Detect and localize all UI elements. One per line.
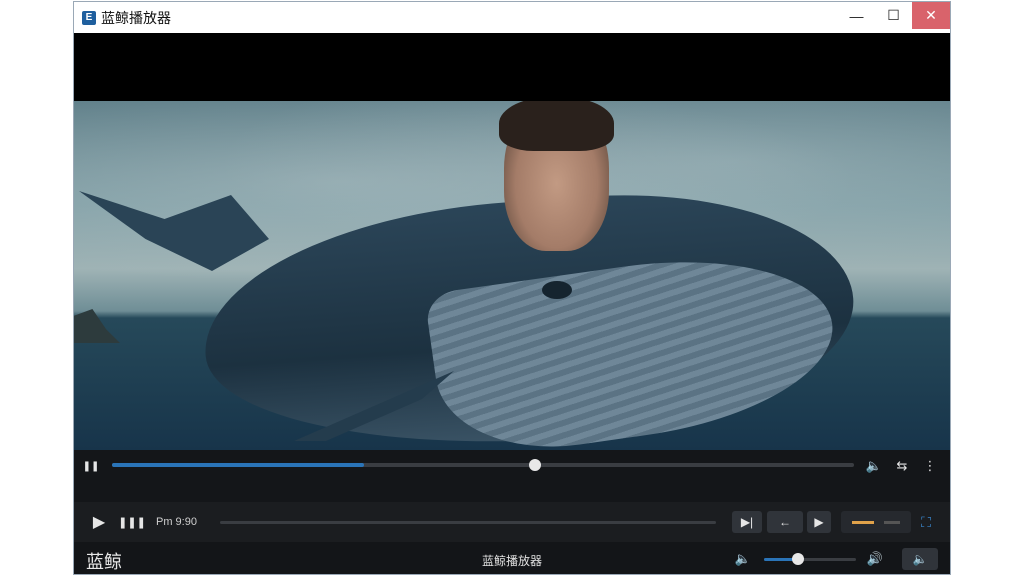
loop-icon[interactable]: ⇆ [892, 457, 912, 475]
progress-knob[interactable] [528, 459, 541, 471]
title-bar: E 蓝鲸播放器 — ☐ ✕ [74, 2, 950, 33]
volume-track[interactable] [764, 558, 856, 561]
more-options-icon[interactable]: ⋮ [923, 457, 937, 475]
forward-button[interactable]: ▶ [807, 511, 831, 533]
mute-button[interactable]: 🔈 [902, 548, 938, 570]
transport-row: ▶ ❚❚❚ Pm 9:90 ▶| ← ▶ ⛶ [74, 502, 950, 542]
bars-icon[interactable]: ❚❚❚ [118, 512, 146, 532]
time-display: Pm 9:90 [156, 516, 197, 528]
volume-low-icon[interactable]: 🔈 [734, 550, 752, 568]
player-controls: ❚❚ 🔈 ⇆ ⋮ ▶ ❚❚❚ Pm 9:90 ▶| ← ▶ ⛶ 蓝鲸 蓝鲸播放器… [74, 450, 950, 574]
progress-track[interactable] [112, 463, 854, 467]
minimize-button[interactable]: — [838, 2, 875, 29]
maximize-button[interactable]: ☐ [875, 2, 912, 29]
play-icon[interactable]: ▶ [90, 512, 108, 532]
volume-knob[interactable] [792, 553, 805, 565]
window-title: 蓝鲸播放器 [101, 9, 171, 26]
fullscreen-icon[interactable]: ⛶ [914, 511, 938, 533]
man-hair [499, 101, 614, 151]
pause-icon[interactable]: ❚❚ [83, 458, 100, 474]
volume-high-icon[interactable]: 🔊 [864, 550, 886, 568]
video-frame[interactable] [74, 101, 950, 451]
close-button[interactable]: ✕ [912, 2, 950, 29]
player-window: E 蓝鲸播放器 — ☐ ✕ ❚❚ 🔈 ⇆ ⋮ ▶ ❚❚❚ Pm 9:90 ▶| … [73, 1, 951, 575]
rewind-button[interactable]: ← [767, 511, 803, 533]
equalizer-indicator[interactable] [841, 511, 911, 533]
info-row: 蓝鲸 蓝鲸播放器 🔈 🔊 🔈 [74, 542, 950, 574]
progress-row: ❚❚ 🔈 ⇆ ⋮ [74, 450, 950, 480]
window-controls: — ☐ ✕ [838, 2, 950, 29]
volume-icon[interactable]: 🔈 [865, 457, 883, 475]
next-button[interactable]: ▶| [732, 511, 762, 533]
progress-buffer [112, 463, 365, 467]
equalizer-bar [852, 520, 874, 524]
equalizer-bar [884, 520, 900, 524]
app-logo-icon: E [82, 10, 96, 25]
headland [74, 309, 120, 343]
secondary-track[interactable] [220, 521, 716, 524]
whale-eye [542, 281, 572, 299]
video-viewport[interactable] [74, 33, 950, 451]
